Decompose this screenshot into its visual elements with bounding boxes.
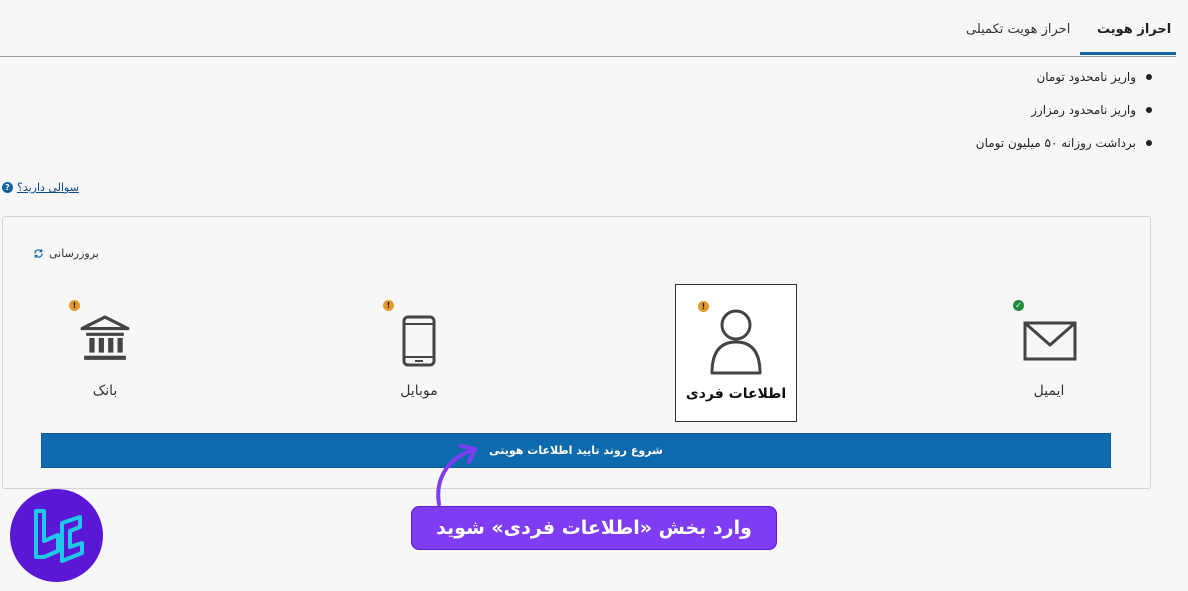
warning-icon: ! (383, 300, 394, 311)
mobile-icon (402, 315, 436, 367)
benefit-item: برداشت روزانه ۵۰ میلیون تومان (976, 132, 1153, 165)
step-mobile[interactable]: ! موبایل (379, 297, 459, 407)
question-circle-icon: ? (2, 182, 13, 193)
tab-identity-verification[interactable]: احراز هویت (1097, 22, 1171, 37)
tab-advanced-verification[interactable]: احراز هویت تکمیلی (966, 22, 1070, 37)
help-link[interactable]: ? سوالی دارید؟ (2, 181, 79, 194)
help-link-label: سوالی دارید؟ (17, 181, 79, 194)
step-personal-info[interactable]: ! اطلاعات فردی (675, 284, 797, 422)
instruction-callout: وارد بخش «اطلاعات فردی» شوید (411, 506, 777, 550)
logo-icon (34, 509, 84, 563)
step-label: موبایل (400, 383, 438, 399)
user-icon (710, 309, 762, 375)
verification-panel: بروزرسانی ! بانک ! موبایل ! اطلاعات فردی… (2, 216, 1151, 489)
check-icon: ✓ (1013, 300, 1024, 311)
warning-icon: ! (69, 300, 80, 311)
step-label: اطلاعات فردی (685, 386, 787, 402)
refresh-label: بروزرسانی (49, 247, 99, 260)
step-label: بانک (92, 383, 118, 399)
active-tab-indicator (1080, 52, 1176, 55)
bank-icon (80, 315, 130, 360)
step-bank[interactable]: ! بانک (65, 297, 145, 407)
step-label: ایمیل (1033, 383, 1065, 399)
benefit-item: واریز نامحدود رمزارز (976, 99, 1153, 132)
benefits-list: واریز نامحدود تومان واریز نامحدود رمزارز… (976, 66, 1153, 165)
brand-logo (10, 489, 103, 582)
envelope-icon (1023, 321, 1077, 361)
pointer-arrow-icon (436, 444, 477, 506)
refresh-button[interactable]: بروزرسانی (33, 247, 99, 260)
tab-bar: احراز هویت احراز هویت تکمیلی (0, 0, 1176, 57)
step-email[interactable]: ✓ ایمیل (1009, 297, 1089, 407)
benefit-item: واریز نامحدود تومان (976, 66, 1153, 99)
refresh-icon (34, 249, 43, 258)
start-verification-button[interactable]: شروع روند تایید اطلاعات هویتی (41, 433, 1111, 468)
